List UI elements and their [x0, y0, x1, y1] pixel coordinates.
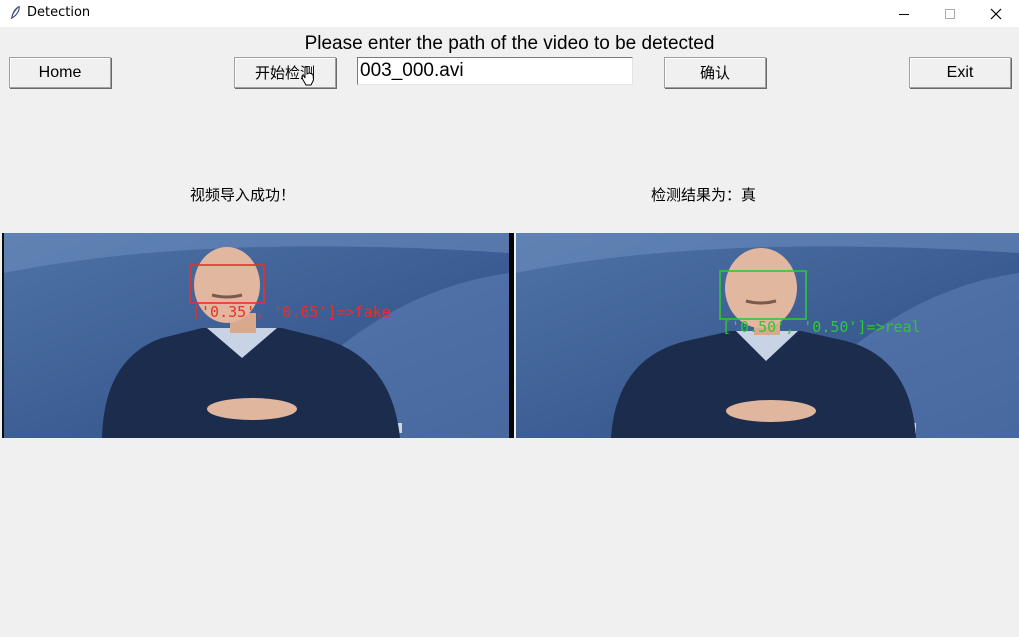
close-button[interactable]	[973, 0, 1019, 27]
maximize-button[interactable]	[927, 0, 973, 27]
detection-frame-right: ['0.50', '0.50']=>real	[516, 233, 1019, 438]
exit-button[interactable]: Exit	[909, 57, 1011, 88]
left-frame-label: ['0.35', '0.65']=>fake	[192, 303, 391, 321]
prompt-label: Please enter the path of the video to be…	[304, 33, 715, 54]
feather-icon	[11, 5, 20, 19]
minimize-button[interactable]	[881, 0, 927, 27]
home-button[interactable]: Home	[9, 57, 111, 88]
detection-result-label: 检测结果为：真	[651, 186, 757, 204]
close-icon	[990, 8, 1002, 19]
video-path-input[interactable]	[357, 57, 633, 85]
window-title: Detection	[27, 5, 91, 20]
video-frame-image: ['0.35', '0.65']=>fake	[4, 233, 514, 438]
import-status-label: 视频导入成功！	[190, 186, 296, 204]
start-detection-button[interactable]: 开始检测	[234, 57, 336, 88]
minimize-icon	[899, 13, 909, 15]
video-frame-image: ['0.50', '0.50']=>real	[516, 233, 1019, 438]
maximize-icon	[945, 8, 955, 19]
confirm-button[interactable]: 确认	[664, 57, 766, 88]
detection-frame-left: ['0.35', '0.65']=>fake	[2, 233, 514, 438]
right-frame-label: ['0.50', '0.50']=>real	[722, 318, 921, 336]
title-bar: Detection	[0, 0, 1019, 27]
hand-cursor-icon	[301, 66, 315, 86]
